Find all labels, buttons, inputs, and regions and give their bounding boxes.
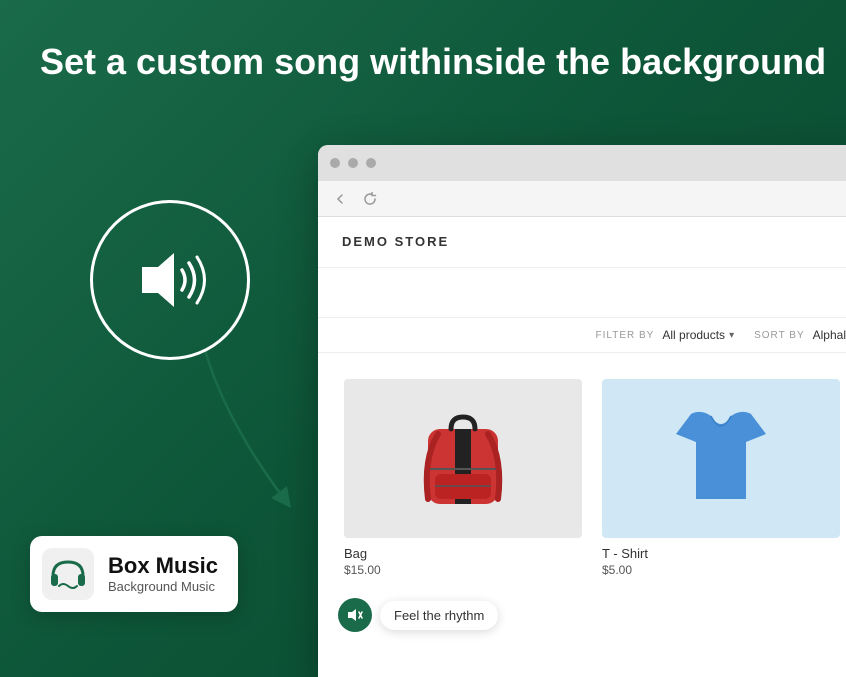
badge-icon <box>42 548 94 600</box>
box-music-badge: Box Music Background Music <box>30 536 238 612</box>
music-player-widget: Feel the rhythm <box>338 598 498 632</box>
product-name-bag: Bag <box>344 546 582 561</box>
music-player-btn[interactable] <box>338 598 372 632</box>
filter-value: All products <box>662 328 725 342</box>
tshirt-svg <box>671 404 771 514</box>
filter-bar: FILTER BY All products ▾ SORT BY Alphal <box>318 318 846 353</box>
mute-icon <box>347 608 363 622</box>
badge-title: Box Music <box>108 554 218 578</box>
speaker-icon <box>130 245 210 315</box>
badge-text: Box Music Background Music <box>108 554 218 593</box>
headline: Set a custom song withinside the backgro… <box>40 40 846 83</box>
main-container: Set a custom song withinside the backgro… <box>0 0 846 677</box>
browser-dot-green <box>366 158 376 168</box>
browser-titlebar <box>318 145 846 181</box>
browser-dot-yellow <box>348 158 358 168</box>
badge-subtitle: Background Music <box>108 579 218 594</box>
browser-mockup: DEMO STORE FILTER BY All products ▾ SORT… <box>318 145 846 677</box>
product-image-tshirt <box>602 379 840 538</box>
products-grid: Bag $15.00 T - Shirt $5.00 <box>318 353 846 564</box>
headphones-icon <box>49 556 87 592</box>
product-name-tshirt: T - Shirt <box>602 546 840 561</box>
product-image-bag <box>344 379 582 538</box>
store-nav <box>318 268 846 318</box>
sort-value: Alphal <box>813 328 846 342</box>
product-card-bag: Bag $15.00 <box>334 369 592 548</box>
store-name: DEMO STORE <box>342 234 449 249</box>
sort-label: SORT BY <box>754 330 805 341</box>
arrow-line <box>175 340 305 520</box>
browser-back-btn[interactable] <box>330 189 350 209</box>
speaker-circle <box>90 200 250 360</box>
product-price-bag: $15.00 <box>344 563 582 577</box>
browser-toolbar <box>318 181 846 217</box>
music-tooltip: Feel the rhythm <box>380 601 498 630</box>
browser-refresh-btn[interactable] <box>360 189 380 209</box>
browser-content: DEMO STORE FILTER BY All products ▾ SORT… <box>318 217 846 677</box>
filter-label: FILTER BY <box>596 330 655 341</box>
product-price-tshirt: $5.00 <box>602 563 840 577</box>
chevron-down-icon: ▾ <box>729 330 734 341</box>
product-card-tshirt: T - Shirt $5.00 <box>592 369 846 548</box>
store-header: DEMO STORE <box>318 217 846 268</box>
browser-dot-red <box>330 158 340 168</box>
backpack-svg <box>413 399 513 519</box>
filter-dropdown[interactable]: All products ▾ <box>662 328 734 342</box>
